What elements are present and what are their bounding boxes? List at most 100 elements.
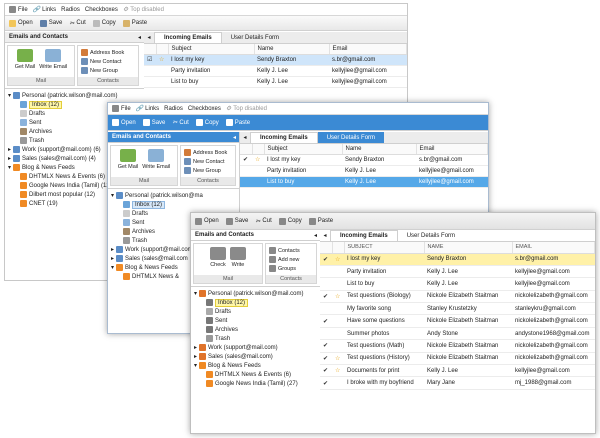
- tree-feed[interactable]: Google News India (Tamil) (27): [194, 379, 317, 388]
- table-row[interactable]: List to buy Kelly J. Lee kellyjlee@gmail.c…: [144, 76, 407, 88]
- menu-file[interactable]: File: [112, 105, 131, 112]
- checkbox[interactable]: [144, 76, 156, 88]
- chevron-left-icon[interactable]: ◂: [144, 34, 154, 41]
- checkbox[interactable]: [144, 65, 156, 77]
- groups-button[interactable]: Groups: [269, 265, 313, 272]
- col-subject[interactable]: Subject: [168, 44, 255, 55]
- get-mail-button[interactable]: Get Mail: [118, 149, 138, 170]
- table-row[interactable]: Party invitation Kelly J. Lee kellyjlee@gm…: [320, 265, 595, 279]
- table-row[interactable]: My favorite song Stanley Krustetzky stanle…: [320, 302, 595, 316]
- paste-button[interactable]: Paste: [308, 217, 333, 225]
- checkbox-checked[interactable]: ✔: [320, 376, 332, 390]
- menu-radios[interactable]: Radios: [61, 7, 80, 13]
- checkbox[interactable]: [320, 327, 332, 341]
- copy-button[interactable]: Copy: [195, 119, 219, 126]
- menu-links[interactable]: 🔗 Links: [136, 105, 160, 113]
- tree-sales[interactable]: ▸ Sales (sales@mail.com): [194, 352, 317, 361]
- star-icon[interactable]: ☆: [332, 253, 344, 266]
- tree-personal[interactable]: ▾ Personal (patrick.wilson@mail.com): [194, 289, 317, 298]
- table-row[interactable]: List to buy Kelly J. Lee kellyjlee@gmail.c…: [240, 176, 488, 188]
- table-row[interactable]: ✔ Test questions (Math) Nickole Elizabeth …: [320, 339, 595, 353]
- col-email[interactable]: Email: [416, 144, 488, 155]
- menu-links[interactable]: 🔗 Links: [33, 6, 57, 14]
- menu-checkboxes[interactable]: Checkboxes: [85, 7, 118, 13]
- write-email-button[interactable]: Write Email: [39, 49, 67, 70]
- tree-feed[interactable]: DHTMLX News & Events (6): [194, 370, 317, 379]
- cut-button[interactable]: ✂ Cut: [69, 20, 85, 27]
- table-row[interactable]: List to buy Kelly J. Lee kellyjlee@gmail.c…: [320, 277, 595, 291]
- checkbox[interactable]: [240, 165, 252, 177]
- tree-trash[interactable]: Trash: [194, 334, 317, 343]
- star-icon[interactable]: ☆: [332, 352, 344, 366]
- checkbox-checked[interactable]: ✔: [320, 339, 332, 353]
- table-row[interactable]: ✔ ☆ Documents for print Kelly J. Lee kellyjl…: [320, 364, 595, 378]
- tree-inbox[interactable]: Inbox (12): [111, 200, 236, 209]
- table-row[interactable]: ✔ ☆ Test questions (Biology) Nickole Elizab…: [320, 290, 595, 304]
- tree-blog[interactable]: ▾ Blog & News Feeds: [194, 361, 317, 370]
- cut-button[interactable]: ✂ Cut: [172, 119, 188, 127]
- paste-button[interactable]: Paste: [122, 19, 147, 27]
- cut-button[interactable]: ✂ Cut: [255, 218, 271, 225]
- table-row[interactable]: ✔ ☆ I lost my key Sendy Braxton s.br@gmail.c…: [320, 253, 595, 266]
- star-icon[interactable]: ☆: [332, 290, 344, 304]
- table-row[interactable]: Party invitation Kelly J. Lee kellyjlee@gm…: [144, 65, 407, 77]
- table-row[interactable]: ✔ I broke with my boyfriend Mary Jane mj_19…: [320, 376, 595, 390]
- address-book-button[interactable]: Address Book: [184, 149, 232, 156]
- tab-user-details[interactable]: User Details Form: [317, 132, 385, 143]
- menu-checkboxes[interactable]: Checkboxes: [188, 106, 221, 112]
- tree-personal[interactable]: ▾ Personal (patrick.wilson@mail.com): [8, 91, 141, 100]
- checkbox-checked[interactable]: ✔: [320, 290, 332, 304]
- table-row[interactable]: ✔ ☆ I lost my key Sendy Braxton s.br@gmail.c…: [240, 154, 488, 166]
- address-book-button[interactable]: Address Book: [81, 49, 135, 56]
- tab-incoming-emails[interactable]: Incoming Emails: [330, 230, 398, 241]
- checkbox[interactable]: [320, 302, 332, 316]
- col-name[interactable]: Name: [342, 144, 417, 155]
- table-row[interactable]: ✔ ☆ Test questions (History) Nickole Elizab…: [320, 352, 595, 366]
- save-button[interactable]: Save: [225, 217, 248, 225]
- star-icon[interactable]: ☆: [156, 54, 168, 66]
- open-button[interactable]: Open: [195, 217, 219, 225]
- chevron-left-icon[interactable]: ◂: [320, 232, 330, 239]
- star-icon[interactable]: ☆: [252, 154, 264, 166]
- get-mail-button[interactable]: Get Mail: [15, 49, 35, 70]
- checkbox[interactable]: [240, 176, 252, 188]
- col-email[interactable]: EMAIL: [512, 242, 595, 254]
- copy-button[interactable]: Copy: [92, 19, 116, 27]
- new-contact-button[interactable]: New Contact: [81, 58, 135, 65]
- table-row[interactable]: Party invitation Kelly J. Lee kellyjlee@gm…: [240, 165, 488, 177]
- new-contact-button[interactable]: New Contact: [184, 158, 232, 165]
- col-name[interactable]: Name: [254, 44, 330, 55]
- new-group-button[interactable]: New Group: [81, 67, 135, 74]
- checkbox-checked[interactable]: ✔: [320, 352, 332, 366]
- tree-archives[interactable]: Archives: [194, 325, 317, 334]
- col-subject[interactable]: Subject: [264, 144, 343, 155]
- col-email[interactable]: Email: [329, 44, 407, 55]
- tree-work[interactable]: ▸ Work (support@mail.com): [194, 343, 317, 352]
- col-subject[interactable]: SUBJECT: [344, 242, 425, 254]
- table-row[interactable]: ☑ ☆ I lost my key Sendy Braxton s.br@gmail.c…: [144, 54, 407, 66]
- menu-radios[interactable]: Radios: [164, 106, 183, 112]
- tree-inbox[interactable]: Inbox (12): [194, 298, 317, 307]
- paste-button[interactable]: Paste: [225, 119, 250, 126]
- checkbox-checked[interactable]: ✔: [320, 253, 332, 266]
- tree-sent[interactable]: Sent: [194, 316, 317, 325]
- star-icon[interactable]: ☆: [332, 364, 344, 378]
- checkbox[interactable]: [320, 265, 332, 279]
- table-row[interactable]: ✔ Have some questions Nickole Elizabeth St…: [320, 314, 595, 328]
- save-button[interactable]: Save: [142, 119, 165, 126]
- open-button[interactable]: Open: [112, 119, 136, 126]
- tab-incoming-emails[interactable]: Incoming Emails: [154, 32, 222, 43]
- table-row[interactable]: Summer photos Andy Stone andystone1968@gma…: [320, 327, 595, 341]
- checkbox-checked[interactable]: ✔: [320, 314, 332, 328]
- checkbox[interactable]: [320, 277, 332, 291]
- checkbox-checked[interactable]: ✔: [320, 364, 332, 378]
- copy-button[interactable]: Copy: [278, 217, 302, 225]
- add-new-button[interactable]: Add new: [269, 256, 313, 263]
- tab-user-details[interactable]: User Details Form: [222, 32, 288, 43]
- write-email-button[interactable]: Write Email: [142, 149, 170, 170]
- tree-drafts[interactable]: Drafts: [194, 307, 317, 316]
- checkbox-checked[interactable]: ✔: [240, 154, 252, 166]
- chevron-left-icon[interactable]: ◂: [240, 134, 250, 141]
- write-button[interactable]: Write: [230, 247, 246, 268]
- col-name[interactable]: NAME: [424, 242, 513, 254]
